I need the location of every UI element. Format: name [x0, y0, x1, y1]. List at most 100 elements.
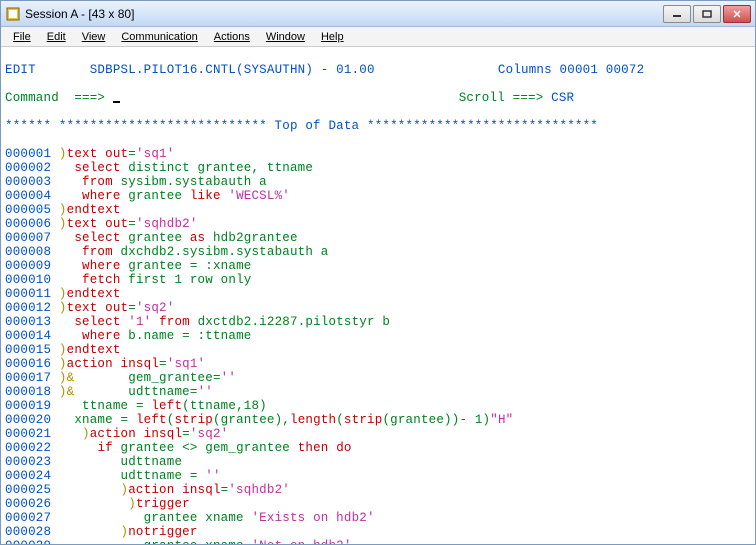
menu-window[interactable]: Window [258, 29, 313, 45]
menu-help[interactable]: Help [313, 29, 352, 45]
keyword: action insql [90, 427, 182, 441]
terminal-window: Session A - [43 x 80] File Edit View Com… [0, 0, 756, 545]
line-number: 000005 [5, 203, 51, 217]
string-literal: '1' [121, 315, 152, 329]
keyword: text out [67, 217, 129, 231]
bracket-icon: ) [59, 287, 67, 301]
keyword: endtext [67, 287, 121, 301]
bracket-icon: ) [128, 497, 136, 511]
keyword: notrigger [128, 525, 197, 539]
keyword: action insql [67, 357, 159, 371]
line-number: 000003 [5, 175, 51, 189]
menu-edit[interactable]: Edit [39, 29, 74, 45]
scroll-label: Scroll [459, 91, 505, 105]
keyword: strip [174, 413, 213, 427]
bracket-icon: ) [59, 343, 67, 357]
string-literal: 'sq2' [136, 301, 175, 315]
keyword: text out [67, 147, 129, 161]
menubar: File Edit View Communication Actions Win… [1, 27, 755, 47]
menu-actions[interactable]: Actions [206, 29, 258, 45]
line-number: 000012 [5, 301, 51, 315]
keyword: as [190, 231, 205, 245]
string-literal: 'Not on hdb2' [251, 539, 351, 544]
keyword: left [151, 399, 182, 413]
mode-label: EDIT [5, 63, 36, 77]
keyword: select [74, 161, 120, 175]
line-number: 000014 [5, 329, 51, 343]
close-button[interactable] [723, 5, 751, 23]
line-number: 000004 [5, 189, 51, 203]
line-number: 000002 [5, 161, 51, 175]
keyword: endtext [67, 343, 121, 357]
keyword: select [74, 231, 120, 245]
keyword: endtext [67, 203, 121, 217]
keyword: like [190, 189, 221, 203]
keyword: where [82, 189, 121, 203]
string-literal: 'sqhdb2' [136, 217, 198, 231]
menu-view[interactable]: View [74, 29, 114, 45]
scroll-value[interactable]: CSR [551, 91, 574, 105]
string-literal: 'WECSL%' [221, 189, 290, 203]
line-number: 000018 [5, 385, 51, 399]
keyword: text out [67, 301, 129, 315]
line-number: 000015 [5, 343, 51, 357]
bracket-icon: ) [59, 301, 67, 315]
keyword: from [159, 315, 190, 329]
keyword: action insql [128, 483, 220, 497]
col-from: 00001 [560, 63, 599, 77]
line-number: 000022 [5, 441, 51, 455]
line-number: 000023 [5, 455, 51, 469]
menu-file[interactable]: File [5, 29, 39, 45]
string-literal: '' [198, 385, 213, 399]
line-number: 000010 [5, 273, 51, 287]
command-arrow: ===> [74, 91, 105, 105]
line-number: 000019 [5, 399, 51, 413]
keyword: where [82, 259, 121, 273]
cursor-icon [113, 101, 120, 103]
line-number: 000027 [5, 511, 51, 525]
string-literal: 'sqhdb2' [228, 483, 290, 497]
line-number: 000013 [5, 315, 51, 329]
top-stars-right: ****************************** [367, 119, 598, 133]
menu-communication[interactable]: Communication [113, 29, 205, 45]
line-number: 000021 [5, 427, 51, 441]
line-number: 000006 [5, 217, 51, 231]
keyword: strip [344, 413, 383, 427]
line-number: 000029 [5, 539, 51, 544]
line-number: 000001 [5, 147, 51, 161]
line-number: 000007 [5, 231, 51, 245]
line-number: 000020 [5, 413, 51, 427]
line-number: 000017 [5, 371, 51, 385]
string-literal: '' [205, 469, 220, 483]
keyword: trigger [136, 497, 190, 511]
dataset-name: SDBPSL.PILOT16.CNTL(SYSAUTHN) - 01.00 [90, 63, 375, 77]
terminal-body[interactable]: EDIT SDBPSL.PILOT16.CNTL(SYSAUTHN) - 01.… [1, 47, 755, 544]
keyword: left [136, 413, 167, 427]
bracket-icon: ) [59, 217, 67, 231]
bracket-icon: ) [59, 147, 67, 161]
line-number: 000016 [5, 357, 51, 371]
maximize-button[interactable] [693, 5, 721, 23]
bracket-icon: ) [59, 385, 67, 399]
string-literal: "H" [490, 413, 513, 427]
command-label: Command [5, 91, 59, 105]
keyword: if [97, 441, 112, 455]
app-icon [5, 6, 21, 22]
minimize-button[interactable] [663, 5, 691, 23]
titlebar[interactable]: Session A - [43 x 80] [1, 1, 755, 27]
string-literal: 'sq1' [167, 357, 206, 371]
keyword: select [74, 315, 120, 329]
window-controls [663, 5, 751, 23]
keyword: where [82, 329, 121, 343]
line-number: 000025 [5, 483, 51, 497]
line-number: 000024 [5, 469, 51, 483]
scroll-arrow: ===> [513, 91, 544, 105]
bracket-icon: ) [59, 371, 67, 385]
bracket-icon: ) [82, 427, 90, 441]
line-number: 000011 [5, 287, 51, 301]
line-number: 000009 [5, 259, 51, 273]
window-title: Session A - [43 x 80] [25, 7, 663, 21]
top-of-data: Top of Data [267, 119, 367, 133]
line-number: 000008 [5, 245, 51, 259]
keyword: fetch [82, 273, 121, 287]
